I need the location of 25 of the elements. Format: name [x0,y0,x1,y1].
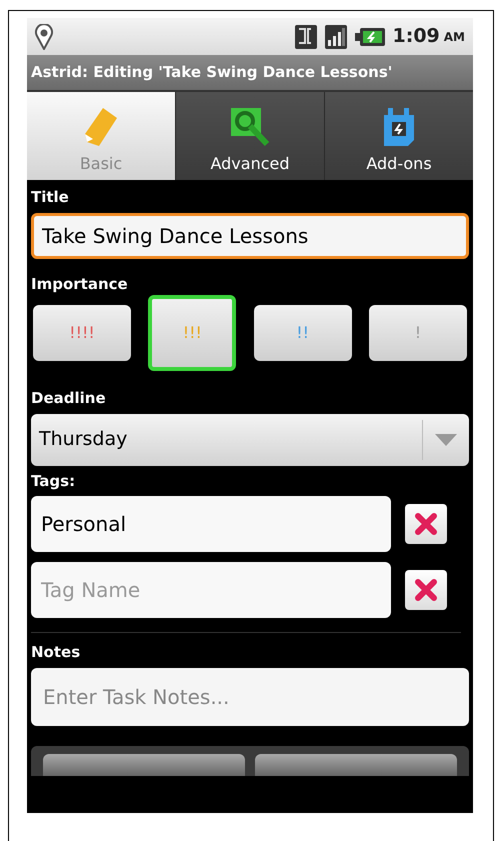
field-label: Notes [31,642,82,663]
tag-field[interactable]: Tag Name [31,562,391,618]
tag-field[interactable]: Personal [31,496,391,552]
remove-tag-button[interactable] [405,504,447,544]
clock-period: AM [444,28,465,46]
field-label: Deadline [31,388,107,409]
tab[interactable]: Add-ons [324,92,473,180]
plug-in-icon [382,106,416,148]
title-field[interactable]: Take Swing Dance Lessons [31,212,469,258]
window-title: Astrid: Editing 'Take Swing Dance Lessons' [31,62,392,84]
location-pin-icon [35,24,53,50]
battery-icon [354,26,384,46]
pencil-icon [83,106,119,148]
clock-time: 1:09 [392,24,440,50]
field-label: Tags: [31,470,76,492]
signal-icon [324,24,346,48]
tab[interactable]: Advanced [175,92,324,180]
close-icon [415,579,437,601]
dropdown-arrow-icon [435,434,457,446]
close-icon [415,513,437,535]
deadline-dropdown[interactable]: Thursday [31,414,469,466]
remove-tag-button[interactable] [405,570,447,610]
field-label: Title [31,187,70,208]
field-label: Importance [31,274,129,294]
notes-field[interactable]: Enter Task Notes... [31,668,469,726]
